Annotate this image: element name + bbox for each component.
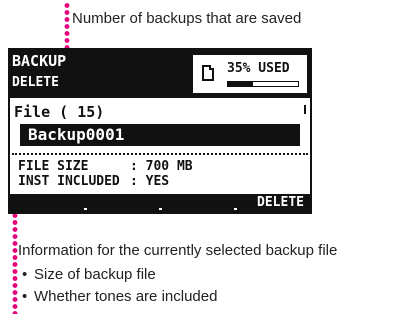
file-size-label: FILE SIZE xyxy=(18,159,89,174)
bottom-callout-text: Information for the currently selected b… xyxy=(18,242,338,259)
usage-label: 35% USED xyxy=(227,61,290,76)
function-divider xyxy=(234,208,237,210)
inst-included-value: : YES xyxy=(130,174,170,189)
top-callout-text: Number of backups that are saved xyxy=(72,10,302,27)
lcd-screen: BACKUP DELETE 35% USED File ( 15) Backup… xyxy=(8,48,312,214)
memory-card-icon xyxy=(202,65,214,81)
delete-button[interactable]: DELETE xyxy=(257,195,304,210)
usage-bar xyxy=(227,81,299,87)
screen-subtitle: DELETE xyxy=(12,75,59,90)
screen-title: BACKUP xyxy=(12,52,67,70)
usage-indicator: 35% USED xyxy=(192,54,308,94)
function-divider xyxy=(84,208,87,210)
bullet-tones-included: Whether tones are included xyxy=(22,286,217,308)
scrollbar-indicator xyxy=(304,105,306,114)
file-size-row: FILE SIZE : 700 MB xyxy=(18,159,193,174)
separator xyxy=(12,153,308,155)
file-info: FILE SIZE : 700 MB INST INCLUDED : YES xyxy=(18,159,193,189)
inst-included-row: INST INCLUDED : YES xyxy=(18,174,193,189)
usage-bar-fill xyxy=(228,82,253,86)
inst-included-label: INST INCLUDED xyxy=(18,174,120,189)
bullet-file-size: Size of backup file xyxy=(22,264,217,286)
lcd-header: BACKUP DELETE 35% USED xyxy=(10,50,310,98)
info-bullet-list: Size of backup file Whether tones are in… xyxy=(22,264,217,308)
function-bar: DELETE xyxy=(10,194,310,212)
file-size-value: : 700 MB xyxy=(130,159,193,174)
function-divider xyxy=(159,208,162,210)
file-count: File ( 15) xyxy=(14,103,105,121)
selected-backup-file[interactable]: Backup0001 xyxy=(20,124,300,146)
